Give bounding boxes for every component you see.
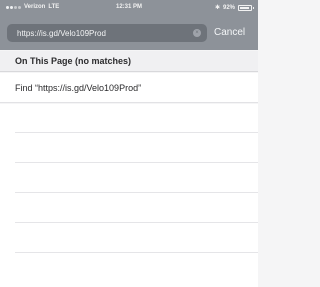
find-bar: Verizon LTE 12:31 PM ✱ 92% × Cancel <box>0 0 258 50</box>
search-input[interactable] <box>17 28 187 38</box>
list-divider <box>15 162 258 163</box>
list-divider <box>15 132 258 133</box>
bluetooth-icon: ✱ <box>214 5 220 11</box>
section-header-on-this-page: On This Page (no matches) <box>0 51 258 72</box>
battery-level-fill <box>240 6 249 9</box>
cancel-button[interactable]: Cancel <box>214 27 245 38</box>
search-field[interactable]: × <box>7 24 207 42</box>
list-divider <box>15 252 258 253</box>
list-divider <box>15 222 258 223</box>
list-divider <box>15 192 258 193</box>
clear-text-icon[interactable]: × <box>193 29 201 37</box>
battery-percent: 92% <box>222 4 235 11</box>
battery-icon <box>238 4 254 11</box>
status-bar: Verizon LTE 12:31 PM ✱ 92% <box>0 0 258 14</box>
results-list <box>0 104 258 287</box>
find-on-page-row[interactable]: Find “https://is.gd/Velo109Prod” <box>0 73 258 103</box>
battery-info: ✱ 92% <box>214 4 254 11</box>
